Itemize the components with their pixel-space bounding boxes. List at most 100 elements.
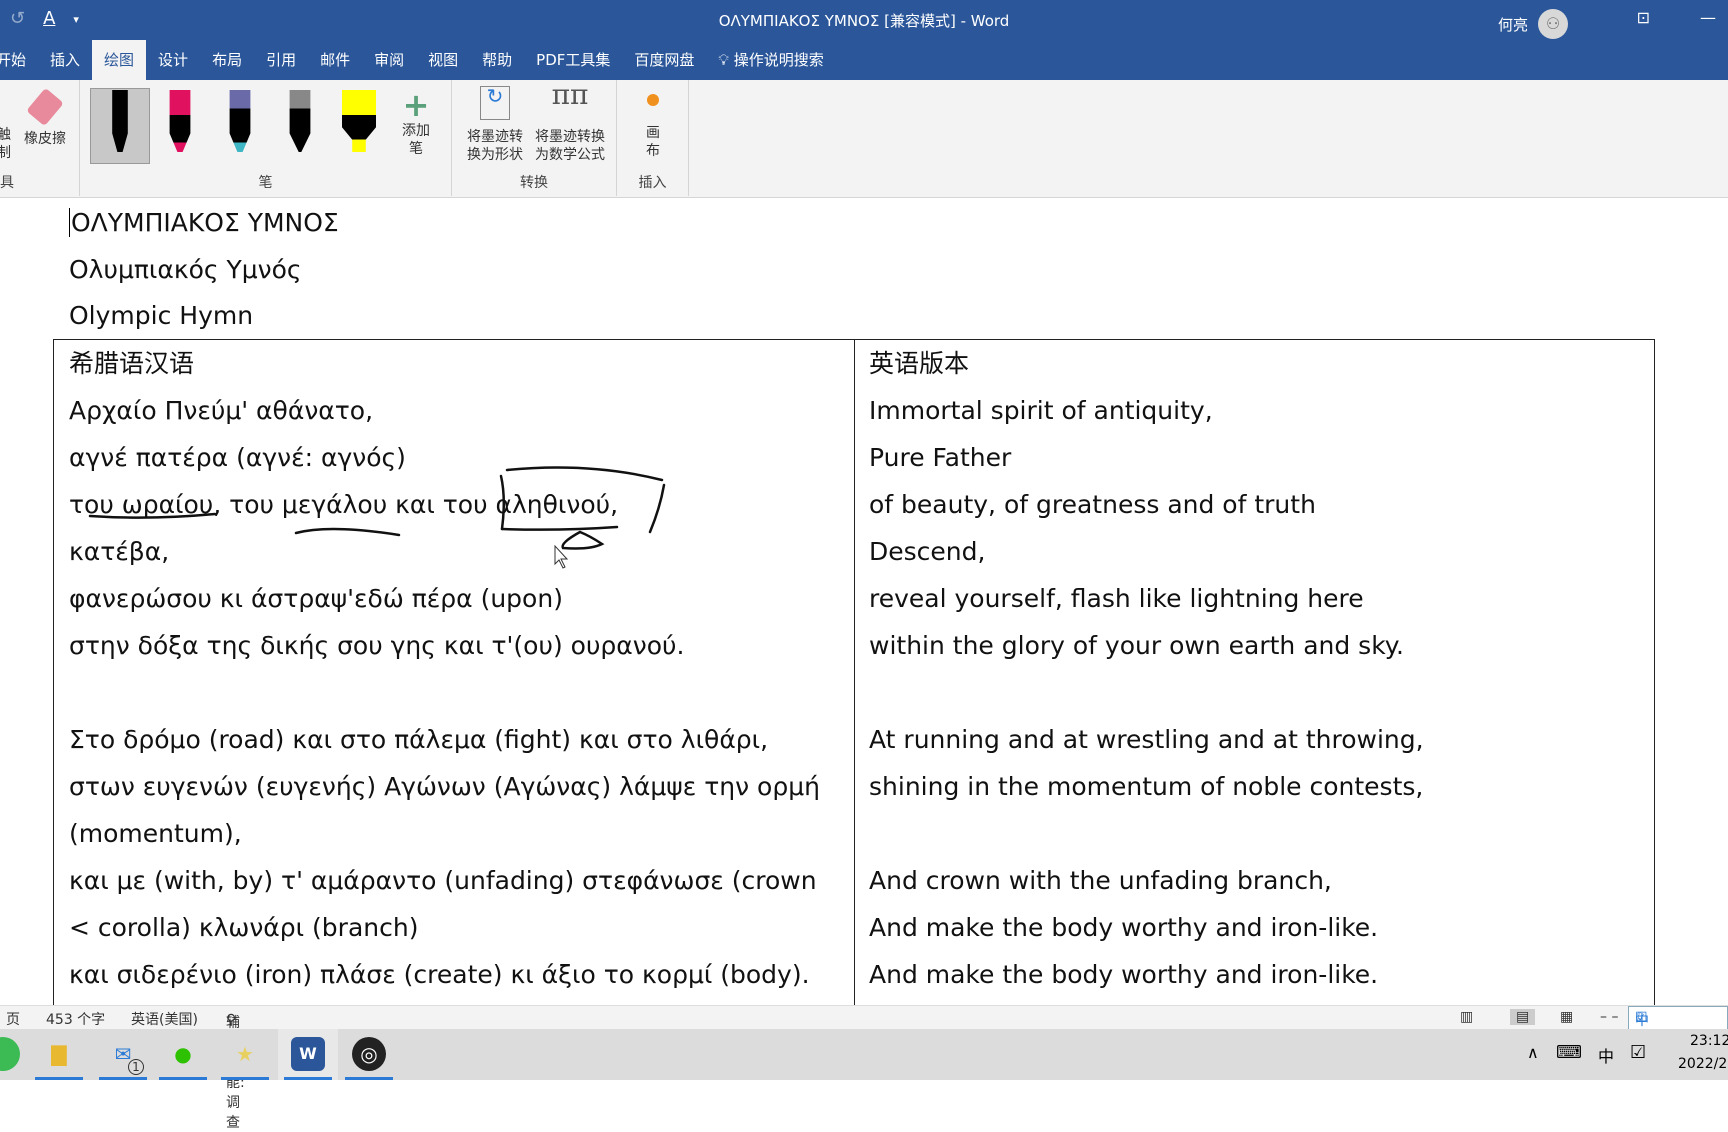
language-indicator[interactable]: 英语(美国) xyxy=(131,1009,198,1029)
tab-baidu-netdisk[interactable]: 百度网盘 xyxy=(622,40,706,80)
minimize-button[interactable]: — xyxy=(1700,8,1716,27)
greek-lyric-line[interactable]: στων ευγενών (ευγενής) Αγώνων (Αγώνας) λ… xyxy=(69,763,820,810)
ink-to-math-button[interactable]: ππ 将墨迹转换 为数学公式 xyxy=(530,78,610,164)
touch-draw-button[interactable]: 触 制 xyxy=(0,126,12,162)
clock-date[interactable]: 2022/2 xyxy=(1678,1056,1727,1072)
insert-group: 画 布 插入 xyxy=(617,80,689,196)
tab-view[interactable]: 视图 xyxy=(416,40,470,80)
mail-badge: 1 xyxy=(128,1059,144,1075)
eraser-button[interactable]: 橡皮擦 xyxy=(20,87,70,148)
pens-group-label: 笔 xyxy=(258,175,273,191)
english-lyric-line[interactable]: At running and at wrestling and at throw… xyxy=(869,716,1424,763)
pen-galaxy-icon[interactable] xyxy=(229,90,251,152)
greek-lyric-line[interactable]: και με (with, by) τ' αμάραντο (unfading)… xyxy=(69,857,817,904)
status-bar: 页 453 个字 英语(美国) ⚲ 辅助功能: 调查 ▥ ▤ ▦ – – ☑ 中… xyxy=(0,1005,1728,1131)
tab-references[interactable]: 引用 xyxy=(254,40,308,80)
obs-icon[interactable]: ◎ xyxy=(352,1037,386,1071)
english-lyric-line[interactable]: of beauty, of greatness and of truth xyxy=(869,481,1316,528)
english-lyric-line[interactable]: Immortal spirit of antiquity, xyxy=(869,387,1213,434)
word-icon: W xyxy=(291,1037,325,1071)
ime-pen-tray-icon[interactable]: ☑ xyxy=(1630,1042,1646,1063)
page-indicator[interactable]: 页 xyxy=(6,1009,20,1029)
ink-to-shape-label: 将墨迹转 换为形状 xyxy=(467,129,523,163)
canvas-button[interactable]: 画 布 xyxy=(635,94,671,160)
word-taskbar-button[interactable]: W xyxy=(278,1029,338,1080)
greek-lyric-line[interactable]: αγνέ πατέρα (αγνέ: αγνός) xyxy=(69,434,406,481)
ime-indicator[interactable]: 中 xyxy=(1598,1043,1614,1067)
greek-lyric-line[interactable]: Αρχαίο Πνεύμ' αθάνατο, xyxy=(69,387,373,434)
tell-me-search[interactable]: 💡︎ 操作说明搜索 xyxy=(706,40,835,80)
insert-group-label: 插入 xyxy=(638,175,667,191)
greek-lyric-line[interactable]: στην δόξα της δικής σου γης και τ'(ου) ο… xyxy=(69,622,684,669)
greek-lyric-line[interactable]: Στο δρόμο (road) και στο πάλεμα (fight) … xyxy=(69,716,768,763)
tab-draw[interactable]: 绘图 xyxy=(92,40,147,80)
tab-design[interactable]: 设计 xyxy=(146,40,200,80)
english-lyric-line[interactable]: Pure Father xyxy=(869,434,1011,481)
greek-lyric-line[interactable]: του ωραίου, του μεγάλου και του αληθινού… xyxy=(69,481,618,528)
word-count[interactable]: 453 个字 xyxy=(46,1009,105,1029)
english-lyric-line[interactable]: And crown with the unfading branch, xyxy=(869,857,1332,904)
browser-icon[interactable] xyxy=(0,1037,20,1071)
greek-lyric-line[interactable]: κατέβα, xyxy=(69,528,169,575)
tab-pdf-tools[interactable]: PDF工具集 xyxy=(524,40,622,80)
tab-layout[interactable]: 布局 xyxy=(200,40,254,80)
ink-to-shape-icon: ↻ xyxy=(480,86,510,120)
english-lyric-line[interactable]: shining in the momentum of noble contest… xyxy=(869,763,1423,810)
pencil-gray-icon[interactable] xyxy=(289,90,311,152)
keyboard-icon[interactable]: ⌨ xyxy=(1556,1042,1582,1063)
canvas-icon xyxy=(647,94,659,106)
print-layout-icon[interactable]: ▤ xyxy=(1510,1009,1536,1025)
table-header-english[interactable]: 英语版本 xyxy=(869,340,969,387)
ime-moon-icon: ☾ xyxy=(1635,1010,1648,1026)
english-lyric-line[interactable]: reveal yourself, flash like lightning he… xyxy=(869,575,1364,622)
read-mode-icon[interactable]: ▥ xyxy=(1460,1009,1473,1025)
file-explorer-icon[interactable]: ▇ xyxy=(42,1037,76,1071)
tools-group: 触 制 橡皮擦 具 xyxy=(0,80,80,196)
eraser-icon xyxy=(26,87,64,127)
lyrics-table: 希腊语汉语 英语版本 Αρχαίο Πνεύμ' αθάνατο, αγνέ πατέ… xyxy=(53,339,1655,1005)
greek-lyric-line[interactable]: και σιδερένιο (iron) πλάσε (create) κι ά… xyxy=(69,951,810,998)
greek-lyric-line[interactable]: φανερώσου κι άστραψ'εδώ πέρα (upon) xyxy=(69,575,563,622)
document-page[interactable]: ΟΛΥΜΠΙΑΚΟΣ ΥΜΝΟΣ Ολυμπιακός Υμνός Olympi… xyxy=(0,198,1728,1005)
english-lyric-line[interactable]: within the glory of your own earth and s… xyxy=(869,622,1404,669)
doc-subtitle-greek[interactable]: Ολυμπιακός Υμνός xyxy=(69,255,302,284)
english-lyric-line[interactable]: And make the body worthy and iron-like. xyxy=(869,951,1378,998)
tab-review[interactable]: 审阅 xyxy=(362,40,416,80)
doc-subtitle-english[interactable]: Olympic Hymn xyxy=(69,301,253,330)
pen-pink-icon[interactable] xyxy=(169,90,191,152)
doc-title-line[interactable]: ΟΛΥΜΠΙΑΚΟΣ ΥΜΝΟΣ xyxy=(69,208,339,237)
show-hidden-icons[interactable]: ∧ xyxy=(1527,1043,1539,1062)
search-label: 操作说明搜索 xyxy=(733,51,824,69)
pi-icon: ππ xyxy=(551,78,589,111)
tab-home[interactable]: 开始 xyxy=(0,40,38,80)
column-divider xyxy=(854,340,855,1005)
taskbar: ▇ ✉ 1 ● ★ W ◎ ∧ ⌨ 中 ☑ 23:12 2022/2 xyxy=(0,1029,1728,1080)
ribbon-tabs: 开始 插入 绘图 设计 布局 引用 邮件 审阅 视图 帮助 PDF工具集 百度网… xyxy=(0,40,1728,80)
zoom-slider[interactable]: – – xyxy=(1600,1009,1618,1025)
ink-to-shape-button[interactable]: ↻ 将墨迹转 换为形状 xyxy=(460,86,530,164)
english-lyric-line[interactable]: And make the body worthy and iron-like. xyxy=(869,904,1378,951)
window-title: ΟΛΥΜΠΙΑΚΟΣ ΥΜΝΟΣ [兼容模式] - Word xyxy=(718,12,1010,30)
title-bar: ↺ A ▾ ΟΛΥΜΠΙΑΚΟΣ ΥΜΝΟΣ [兼容模式] - Word 何亮 ⚇… xyxy=(0,0,1728,40)
add-pen-button[interactable]: + 添加 笔 xyxy=(398,88,434,158)
user-account[interactable]: 何亮 ⚇ xyxy=(1498,9,1568,39)
greek-lyric-line[interactable]: < corolla) κλωνάρι (branch) xyxy=(69,904,418,951)
wechat-icon[interactable]: ● xyxy=(166,1037,200,1071)
greek-lyric-line[interactable]: (momentum), xyxy=(69,810,242,857)
star-app-icon[interactable]: ★ xyxy=(228,1037,262,1071)
tab-insert[interactable]: 插入 xyxy=(38,40,92,80)
english-lyric-line[interactable]: Descend, xyxy=(869,528,985,575)
user-name: 何亮 xyxy=(1497,15,1528,34)
mail-icon[interactable]: ✉ 1 xyxy=(106,1037,144,1075)
ime-toolbar[interactable]: ☑ 中 ☾ xyxy=(1628,1006,1728,1030)
clock-time[interactable]: 23:12 xyxy=(1690,1033,1728,1049)
tools-group-label: 具 xyxy=(0,175,14,191)
table-header-greek[interactable]: 希腊语汉语 xyxy=(69,340,194,387)
highlighter-yellow-icon[interactable] xyxy=(342,90,376,152)
convert-group: ↻ 将墨迹转 换为形状 ππ 将墨迹转换 为数学公式 转换 xyxy=(452,80,617,196)
ribbon-display-icon[interactable]: ⊡ xyxy=(1637,8,1650,27)
tab-mailings[interactable]: 邮件 xyxy=(308,40,362,80)
eraser-label: 橡皮擦 xyxy=(24,131,66,147)
web-layout-icon[interactable]: ▦ xyxy=(1560,1009,1573,1025)
tab-help[interactable]: 帮助 xyxy=(470,40,524,80)
